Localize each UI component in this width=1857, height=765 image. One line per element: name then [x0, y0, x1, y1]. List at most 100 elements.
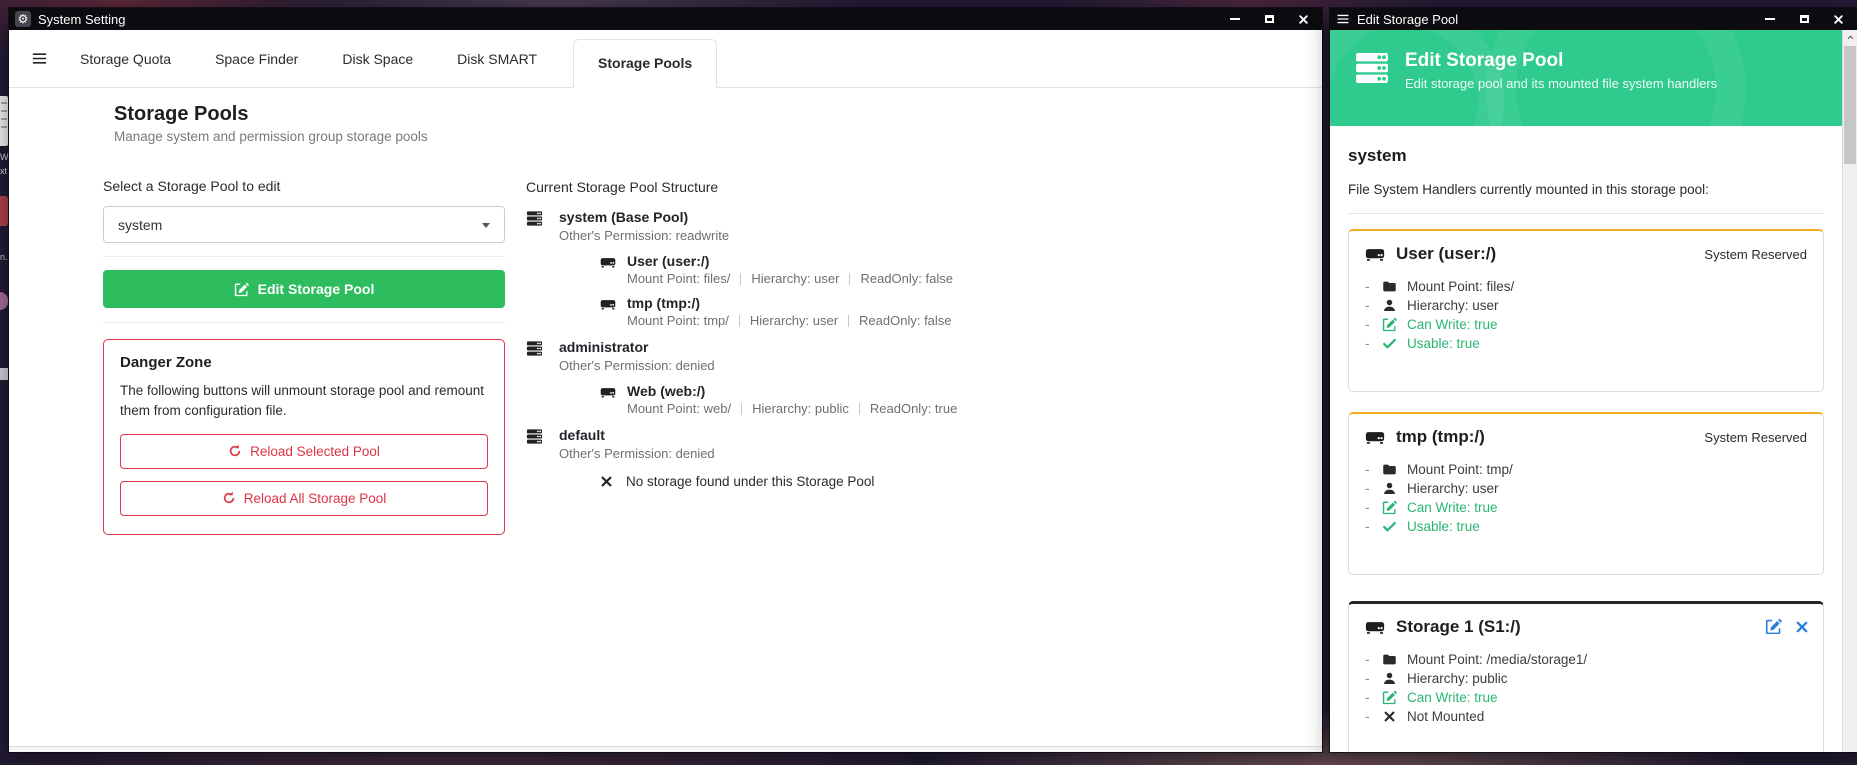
- reload-all-storage-pool-button[interactable]: Reload All Storage Pool: [120, 481, 488, 516]
- handler-item: tmp (tmp:/) Mount Point: tmp/ Hierarchy:…: [600, 295, 1226, 329]
- x-icon: [1383, 710, 1396, 723]
- system-setting-titlebar: ⚙ System Setting: [9, 8, 1322, 30]
- handler-property: Can Write: true: [1365, 315, 1807, 334]
- storage-pool-select-value: system: [118, 217, 162, 233]
- settings-tabbar: Storage Quota Space Finder Disk Space Di…: [9, 30, 1322, 88]
- edit-pool-body: system File System Handlers currently mo…: [1330, 126, 1842, 752]
- pool-name: system (Base Pool): [559, 209, 688, 226]
- server-icon: [526, 428, 543, 445]
- window-footer: [9, 746, 1322, 752]
- edit-icon: [1382, 317, 1397, 332]
- refresh-icon: [228, 444, 242, 458]
- system-setting-window: ⚙ System Setting Storage Quota Space Fin…: [9, 8, 1322, 752]
- structure-label: Current Storage Pool Structure: [526, 179, 1226, 195]
- gear-icon: ⚙: [15, 11, 31, 27]
- handler-property: Usable: true: [1365, 334, 1807, 353]
- maximize-button[interactable]: [1252, 8, 1286, 30]
- tab-disk-smart[interactable]: Disk SMART: [457, 51, 537, 67]
- server-icon: [526, 210, 543, 227]
- remove-handler-icon[interactable]: [1795, 620, 1809, 634]
- scrollbar[interactable]: [1842, 30, 1857, 752]
- empty-pool-message: No storage found under this Storage Pool: [600, 474, 1226, 489]
- tab-space-finder[interactable]: Space Finder: [215, 51, 298, 67]
- scroll-up-arrow[interactable]: [1843, 30, 1857, 45]
- pool-editor-column: Storage Pools Manage system and permissi…: [103, 103, 505, 535]
- header-title: Edit Storage Pool: [1405, 50, 1717, 72]
- window-title: System Setting: [38, 12, 125, 27]
- edit-pool-titlebar: Edit Storage Pool: [1330, 8, 1857, 30]
- hdd-icon: [1365, 617, 1385, 637]
- handler-card-tmp: tmp (tmp:/) System Reserved Mount Point:…: [1348, 412, 1824, 575]
- storage-pool-tree: system (Base Pool) Other's Permission: r…: [526, 209, 1226, 489]
- close-button[interactable]: [1821, 8, 1855, 30]
- divider: [1348, 213, 1824, 214]
- select-pool-label: Select a Storage Pool to edit: [103, 178, 505, 194]
- hdd-icon: [1365, 244, 1385, 264]
- handler-property: Mount Point: files/: [1365, 277, 1807, 296]
- handler-property: Can Write: true: [1365, 498, 1807, 517]
- reload-selected-pool-button[interactable]: Reload Selected Pool: [120, 434, 488, 469]
- check-icon: [1382, 336, 1397, 351]
- handler-details: Mount Point: web/ Hierarchy: public Read…: [627, 400, 1226, 417]
- handler-card-title: User (user:/): [1396, 244, 1496, 264]
- hdd-icon: [600, 254, 616, 270]
- window-controls: [1218, 8, 1320, 30]
- pool-item: default Other's Permission: denied No st…: [526, 427, 1226, 489]
- system-reserved-badge: System Reserved: [1704, 247, 1807, 262]
- minimize-button[interactable]: [1218, 8, 1252, 30]
- pool-item: administrator Other's Permission: denied…: [526, 339, 1226, 417]
- person-icon: [1382, 298, 1397, 313]
- handler-card-actions: [1765, 618, 1809, 635]
- close-icon: [1298, 14, 1309, 25]
- handler-card-storage1: Storage 1 (S1:/) Mount Point: /media/sto…: [1348, 601, 1824, 752]
- tab-storage-quota[interactable]: Storage Quota: [80, 51, 171, 67]
- handler-property: Can Write: true: [1365, 688, 1807, 707]
- handler-item: User (user:/) Mount Point: files/ Hierar…: [600, 253, 1226, 287]
- danger-zone-card: Danger Zone The following buttons will u…: [103, 339, 505, 535]
- close-button[interactable]: [1286, 8, 1320, 30]
- edit-storage-pool-window: Edit Storage Pool Edit Storage Pool Edit…: [1330, 8, 1857, 752]
- folder-icon: [1382, 462, 1397, 477]
- hdd-icon: [600, 384, 616, 400]
- menu-icon[interactable]: [31, 50, 48, 67]
- maximize-button[interactable]: [1787, 8, 1821, 30]
- tab-disk-space[interactable]: Disk Space: [342, 51, 413, 67]
- scrollbar-thumb[interactable]: [1844, 46, 1856, 164]
- page-title: Storage Pools: [114, 103, 505, 126]
- handlers-description: File System Handlers currently mounted i…: [1348, 182, 1824, 197]
- storage-pool-select[interactable]: system: [103, 206, 505, 243]
- tab-storage-pools[interactable]: Storage Pools: [573, 39, 717, 88]
- edit-icon: [234, 282, 249, 297]
- edit-icon: [1382, 690, 1397, 705]
- folder-icon: [1382, 279, 1397, 294]
- pool-name-heading: system: [1348, 146, 1824, 166]
- hdd-icon: [600, 296, 616, 312]
- handler-details: Mount Point: tmp/ Hierarchy: user ReadOn…: [627, 312, 1226, 329]
- divider: [103, 322, 505, 323]
- handler-details: Mount Point: files/ Hierarchy: user Read…: [627, 270, 1226, 287]
- edit-icon: [1382, 500, 1397, 515]
- desktop-icon-fragment: [0, 292, 8, 310]
- danger-zone-title: Danger Zone: [120, 354, 488, 371]
- storage-pools-page: Storage Pools Manage system and permissi…: [9, 89, 1322, 746]
- pool-permission: Other's Permission: denied: [559, 357, 1226, 374]
- handler-card-title: tmp (tmp:/): [1396, 427, 1485, 447]
- danger-zone-description: The following buttons will unmount stora…: [120, 381, 488, 422]
- handler-property: Mount Point: tmp/: [1365, 460, 1807, 479]
- system-reserved-badge: System Reserved: [1704, 430, 1807, 445]
- desktop-icon-fragment: [0, 96, 8, 146]
- header-subtitle: Edit storage pool and its mounted file s…: [1405, 76, 1717, 91]
- window-title: Edit Storage Pool: [1357, 12, 1458, 27]
- minimize-button[interactable]: [1753, 8, 1787, 30]
- x-icon: [600, 475, 613, 488]
- menu-icon: [1336, 12, 1350, 26]
- edit-handler-icon[interactable]: [1765, 618, 1782, 635]
- edit-storage-pool-button[interactable]: Edit Storage Pool: [103, 270, 505, 308]
- pool-name: administrator: [559, 339, 648, 356]
- edit-pool-header: Edit Storage Pool Edit storage pool and …: [1330, 30, 1842, 126]
- window-controls: [1753, 8, 1855, 30]
- handler-property: Usable: true: [1365, 517, 1807, 536]
- handler-property: Hierarchy: user: [1365, 479, 1807, 498]
- pool-name: default: [559, 427, 605, 444]
- desktop-icon-fragment: [0, 368, 8, 380]
